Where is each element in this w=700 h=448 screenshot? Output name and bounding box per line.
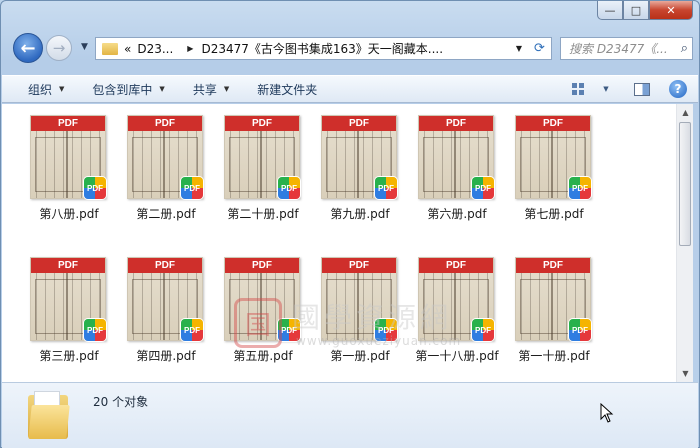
preview-pane-button[interactable]: [630, 79, 654, 99]
file-item[interactable]: PDF PDF 第六册.pdf: [408, 115, 506, 235]
details-pane: 20 个对象: [2, 382, 698, 448]
scroll-up-button[interactable]: ▲: [677, 104, 694, 121]
pdf-app-icon: PDF: [472, 319, 494, 341]
organize-menu[interactable]: 组织 ▼: [2, 76, 78, 102]
breadcrumb-item-current[interactable]: D23477《古今图书集成163》天一阁藏本....: [201, 40, 443, 57]
pdf-app-icon: PDF: [375, 177, 397, 199]
file-item[interactable]: PDF PDF 第九册.pdf: [311, 115, 409, 235]
pdf-app-icon: PDF: [278, 177, 300, 199]
view-grid-icon: [572, 83, 584, 95]
folder-large-icon: [28, 391, 70, 439]
file-name: 第一十册.pdf: [518, 349, 590, 363]
explorer-window: — □ ✕ ← → ▼ « D23... ▶ D23477《古今图书集成163》…: [0, 0, 700, 448]
pdf-band-label: PDF: [128, 116, 202, 131]
pdf-band-label: PDF: [419, 116, 493, 131]
view-options-dropdown[interactable]: ▼: [594, 79, 618, 99]
chevron-down-icon: ▼: [59, 85, 65, 93]
address-bar[interactable]: « D23... ▶ D23477《古今图书集成163》天一阁藏本.... ▼: [95, 37, 529, 60]
pdf-app-icon: PDF: [181, 319, 203, 341]
file-item[interactable]: PDF PDF 第七册.pdf: [505, 115, 603, 235]
file-item[interactable]: PDF PDF 第三册.pdf: [20, 257, 118, 377]
navigation-bar: ← → ▼ « D23... ▶ D23477《古今图书集成163》天一阁藏本.…: [9, 31, 693, 65]
folder-icon: [102, 42, 118, 55]
pdf-band-label: PDF: [516, 116, 590, 131]
file-item[interactable]: PDF PDF 第八册.pdf: [20, 115, 118, 235]
pdf-band-label: PDF: [225, 116, 299, 131]
file-item[interactable]: PDF PDF 第一十册.pdf: [505, 257, 603, 377]
refresh-button[interactable]: ⟳: [528, 37, 552, 60]
item-count: 20 个对象: [93, 395, 149, 409]
change-view-button[interactable]: [566, 79, 590, 99]
watermark-title: 國學資源網: [292, 301, 453, 334]
breadcrumb-item-parent[interactable]: D23...: [137, 42, 173, 56]
breadcrumb-overflow[interactable]: «: [124, 42, 131, 56]
preview-pane-icon: [634, 82, 650, 96]
back-arrow-icon: ←: [20, 37, 36, 59]
vertical-scrollbar[interactable]: ▲ ▼: [676, 104, 693, 382]
file-name: 第二十册.pdf: [227, 207, 299, 221]
file-name: 第三册.pdf: [39, 349, 99, 363]
file-list[interactable]: PDF PDF 第一十册.pdf PDF PDF 第一十八册.pdf PDF PDF 第一册.p…: [2, 104, 676, 382]
chevron-down-icon: ▼: [159, 85, 165, 93]
help-button[interactable]: ?: [666, 79, 690, 99]
pdf-band-label: PDF: [322, 258, 396, 273]
pdf-app-icon: PDF: [569, 319, 591, 341]
share-menu[interactable]: 共享 ▼: [179, 76, 243, 102]
scroll-down-button[interactable]: ▼: [677, 365, 694, 382]
file-name: 第二册.pdf: [136, 207, 196, 221]
pdf-band-label: PDF: [31, 258, 105, 273]
back-button[interactable]: ←: [13, 33, 43, 63]
pdf-app-icon: PDF: [84, 177, 106, 199]
close-button[interactable]: ✕: [649, 1, 693, 20]
new-folder-button[interactable]: 新建文件夹: [243, 76, 331, 102]
pdf-band-label: PDF: [31, 116, 105, 131]
pdf-app-icon: PDF: [472, 177, 494, 199]
search-placeholder: 搜索 D23477《...: [569, 42, 668, 56]
address-history-dropdown[interactable]: ▼: [516, 44, 522, 53]
breadcrumb-chevron-icon[interactable]: ▶: [187, 44, 193, 53]
pdf-band-label: PDF: [419, 258, 493, 273]
file-item[interactable]: PDF PDF 第四册.pdf: [117, 257, 215, 377]
watermark-url: www.guoxueziyuan.com: [296, 334, 462, 348]
scroll-thumb[interactable]: [679, 122, 691, 246]
help-icon: ?: [669, 80, 687, 98]
watermark: 国 國學資源網 www.guoxueziyuan.com: [234, 296, 466, 356]
pdf-app-icon: PDF: [181, 177, 203, 199]
forward-arrow-icon: →: [52, 39, 66, 57]
watermark-logo: 国: [234, 298, 282, 348]
pdf-band-label: PDF: [322, 116, 396, 131]
file-name: 第六册.pdf: [427, 207, 487, 221]
chevron-down-icon: ▼: [223, 85, 230, 93]
pdf-band-label: PDF: [128, 258, 202, 273]
file-name: 第七册.pdf: [524, 207, 584, 221]
pdf-band-label: PDF: [516, 258, 590, 273]
command-toolbar: 组织 ▼ 包含到库中 ▼ 共享 ▼ 新建文件夹 ▼ ?: [2, 75, 698, 103]
pdf-band-label: PDF: [225, 258, 299, 273]
minimize-button[interactable]: —: [597, 1, 623, 20]
refresh-icon: ⟳: [534, 41, 545, 56]
file-name: 第八册.pdf: [39, 207, 99, 221]
file-name: 第四册.pdf: [136, 349, 196, 363]
file-name: 第九册.pdf: [330, 207, 390, 221]
file-item[interactable]: PDF PDF 第二十册.pdf: [214, 115, 312, 235]
search-input[interactable]: 搜索 D23477《... ⌕: [560, 37, 693, 60]
forward-button[interactable]: →: [46, 35, 72, 61]
search-icon[interactable]: ⌕: [681, 41, 688, 56]
caption-buttons: — □ ✕: [597, 1, 693, 20]
mouse-pointer-icon: [600, 403, 614, 423]
pdf-app-icon: PDF: [569, 177, 591, 199]
pdf-app-icon: PDF: [84, 319, 106, 341]
recent-pages-dropdown[interactable]: ▼: [81, 42, 88, 52]
maximize-button[interactable]: □: [623, 1, 649, 20]
file-item[interactable]: PDF PDF 第二册.pdf: [117, 115, 215, 235]
include-in-library-menu[interactable]: 包含到库中 ▼: [78, 76, 178, 102]
